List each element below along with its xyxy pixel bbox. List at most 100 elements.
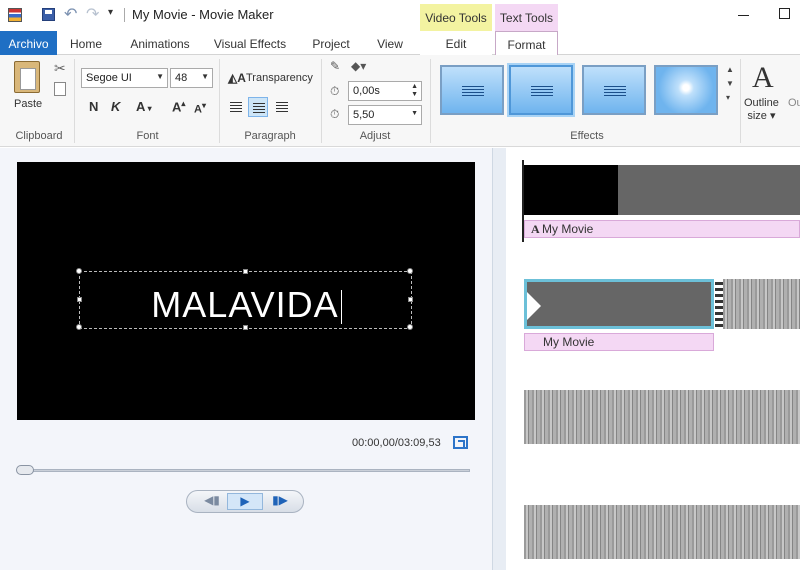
outline-size-button[interactable]: Outline size ▾ [744,97,779,123]
effect-sparkle-thumbnail[interactable] [654,65,718,115]
title-clip-label-text: My Movie [542,222,594,236]
shrink-font-button[interactable]: A▾ [194,101,206,116]
outline-size-icon[interactable]: A [752,61,774,95]
tab-archivo[interactable]: Archivo [0,31,57,55]
save-icon[interactable] [42,8,55,21]
effects-group-label: Effects [570,130,604,142]
redo-icon[interactable]: ↷ [86,4,99,24]
noise-clip-thumbnail[interactable] [524,505,800,559]
tab-animations[interactable]: Animations [125,31,195,55]
duration-icon: ⏱ [330,107,340,121]
tab-home[interactable]: Home [60,31,112,55]
title-separator [124,8,125,22]
undo-icon[interactable]: ↶ [64,4,77,24]
duration-input[interactable]: 5,50 ▼ [348,105,422,125]
resize-handle[interactable] [407,268,413,274]
group-divider [430,59,431,143]
outline-color-button[interactable]: Ou [788,97,800,110]
align-left-icon [230,102,242,112]
cut-icon[interactable]: ✂ [54,60,66,77]
resize-handle[interactable] [76,268,82,274]
clipboard-group-label: Clipboard [15,130,63,142]
tab-view[interactable]: View [370,31,410,55]
previous-frame-icon[interactable]: ◀▮ [199,493,225,510]
next-frame-icon[interactable]: ▮▶ [267,493,293,510]
clip-thumbnail[interactable] [618,165,800,215]
font-family-combo[interactable]: Segoe UI ▼ [81,68,168,88]
preview-pane: MALAVIDA 00:00,00/03:09,53 ◀▮ ▶ ▮▶ [0,148,492,570]
tab-format[interactable]: Format [495,31,558,56]
title-clip-label[interactable]: A My Movie [524,220,800,238]
storyboard-pane: A My Movie My Movie [506,148,800,570]
noise-clip-thumbnail[interactable] [723,279,800,329]
maximize-icon[interactable] [779,8,790,19]
caption-text-value: MALAVIDA [151,284,339,325]
transparency-icon[interactable]: ◭A [228,71,246,85]
effect-swing-thumbnail[interactable] [440,65,504,115]
align-left-button[interactable] [226,97,246,117]
effect-expand-thumbnail[interactable] [582,65,646,115]
chevron-down-icon: ▼ [156,72,164,81]
paste-button-label[interactable]: Paste [14,98,42,110]
seek-bar[interactable] [18,469,470,472]
title-clip-thumbnail[interactable] [524,165,618,215]
bold-button[interactable]: N [89,99,98,114]
transparency-button[interactable]: Transparency [246,72,313,84]
gallery-scroll-arrows-icon[interactable]: ▲ ▼ ▾ [726,63,734,105]
italic-button[interactable]: K [111,99,120,114]
tab-project[interactable]: Project [305,31,357,55]
effect-lines-icon [531,86,553,96]
tab-visual-effects[interactable]: Visual Effects [210,31,290,55]
text-color-icon[interactable]: ◆▾ [351,59,366,73]
chevron-down-icon: ▾ [145,104,152,113]
resize-handle[interactable] [243,269,248,274]
chevron-down-icon[interactable]: ▼ [411,110,418,118]
spinner-arrows-icon[interactable]: ▲ ▼ [411,83,418,99]
duration-value: 5,50 [353,109,375,121]
align-center-button[interactable] [248,97,268,117]
group-divider [321,59,322,143]
background-color-icon[interactable]: ✎ [330,59,340,73]
shrink-arrow-icon: ▾ [201,101,206,110]
copy-icon[interactable] [54,82,66,96]
ribbon: Paste ✂ Clipboard Segoe UI ▼ 48 ▼ N K A … [0,55,800,147]
pane-splitter[interactable] [492,148,506,570]
caption-textbox[interactable]: MALAVIDA [76,268,413,330]
font-color-icon: A [136,99,146,114]
playback-controls: ◀▮ ▶ ▮▶ [186,490,304,513]
video-preview[interactable]: MALAVIDA [17,162,475,420]
align-center-icon [253,103,265,113]
font-color-button[interactable]: A ▾ [136,99,152,114]
text-caption-icon: A [531,222,543,236]
text-caret [340,290,342,325]
paragraph-group-label: Paragraph [244,130,296,142]
tab-edit[interactable]: Edit [420,31,492,55]
noise-clip-thumbnail[interactable] [524,390,800,444]
paste-icon[interactable] [14,61,40,93]
chevron-down-icon: ▼ [201,72,209,81]
grow-font-icon: A [172,99,182,115]
effects-gallery [436,61,738,123]
film-strip-icon [715,279,723,329]
font-size-combo[interactable]: 48 ▼ [170,68,213,88]
caption-clip-label[interactable]: My Movie [524,333,714,351]
quick-access-dropdown-icon[interactable]: ▾ [108,7,113,18]
adjust-group-label: Adjust [359,130,391,142]
start-time-value: 0,00s [353,85,380,97]
minimize-icon[interactable] [738,15,749,16]
font-group-label: Font [136,130,159,142]
effect-zoom-thumbnail[interactable] [507,63,575,117]
start-time-input[interactable]: 0,00s ▲ ▼ [348,81,422,101]
caption-text[interactable]: MALAVIDA [80,284,413,326]
fullscreen-icon[interactable] [453,436,468,449]
grow-font-button[interactable]: A▴ [172,99,185,114]
align-right-button[interactable] [272,97,292,117]
selected-caption-clip[interactable] [524,279,714,329]
start-time-icon: ⏱ [330,84,340,98]
effect-lines-icon [604,86,626,96]
text-tools-context-label: Text Tools [495,4,558,31]
movie-maker-app-icon[interactable] [8,8,22,22]
play-icon[interactable]: ▶ [227,493,263,510]
video-tools-context-label: Video Tools [420,4,492,31]
seek-thumb[interactable] [16,465,34,475]
